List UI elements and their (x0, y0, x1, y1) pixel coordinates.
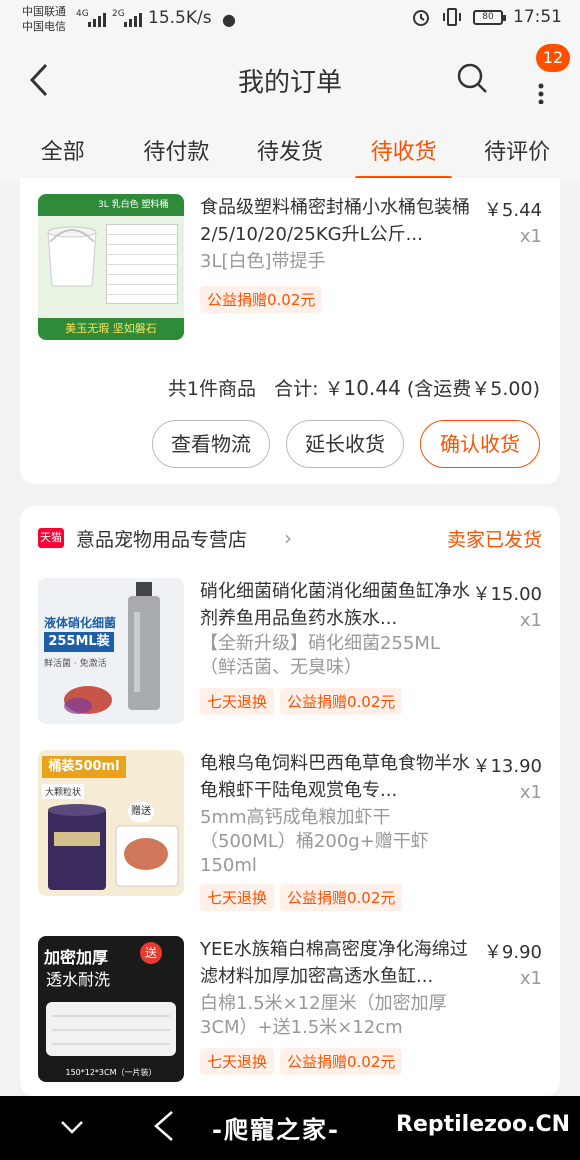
product-quantity: x1 (519, 610, 542, 631)
hide-nav-chevron-down-icon[interactable] (58, 1116, 86, 1138)
confirm-receipt-button[interactable]: 确认收货 (420, 420, 540, 468)
thumb-footer: 美玉无瑕 坚如磐石 (38, 318, 184, 340)
thumb-line-1: 加密加厚 (44, 948, 109, 967)
product-price: ￥5.44 (483, 200, 542, 221)
charity-tag: 公益捐赠0.02元 (280, 688, 403, 715)
dried-shrimp-image-icon (115, 825, 179, 887)
battery-level: 80 (482, 11, 494, 22)
tab-pending-receipt[interactable]: 待收货 (347, 120, 461, 180)
product-spec: 白棉1.5米×12厘米（加密加厚3CM）+送1.5米×12cm (200, 993, 447, 1038)
product-title[interactable]: 硝化细菌硝化菌消化细菌鱼缸净水剂养鱼用品鱼药水族水... (200, 578, 472, 632)
thumb-line-3: 鲜活菌 · 免激活 (44, 659, 107, 669)
charity-tag: 公益捐赠0.02元 (280, 884, 403, 911)
product-title[interactable]: 龟粮乌龟饲料巴西龟草龟食物半水龟粮虾干陆龟观赏龟专... (200, 750, 472, 804)
bucket-image-icon (47, 226, 97, 287)
product-title[interactable]: YEE水族箱白棉高密度净化海绵过滤材料加厚加密高透水鱼缸... (200, 936, 472, 990)
order-card: 3L 乳白色 塑料桶 美玉无瑕 坚如磐石 食品级塑料桶密封桶小水桶包装桶2/5/… (20, 178, 560, 484)
product-thumbnail[interactable]: 桶装500ml 大颗粒状 赠送 (38, 750, 184, 896)
search-icon[interactable] (456, 62, 488, 94)
message-count-badge: 12 (536, 44, 570, 72)
system-nav-bar: -爬寵之家- Reptilezoo.CN (0, 1096, 580, 1160)
product-price: ￥15.00 (472, 584, 542, 605)
network-type-1: 4G (76, 9, 89, 19)
product-title[interactable]: 食品级塑料桶密封桶小水桶包装桶2/5/10/20/25KG升L公斤... (200, 194, 472, 248)
product-quantity: x1 (519, 968, 542, 989)
charity-tag: 公益捐赠0.02元 (200, 286, 323, 313)
bottle-image-icon (128, 582, 160, 710)
product-spec: 3L[白色]带提手 (200, 251, 326, 272)
tab-pending-payment[interactable]: 待付款 (120, 120, 234, 180)
product-thumbnail[interactable]: 加密加厚 透水耐洗 送 150*12*3CM（一片装） (38, 936, 184, 1082)
product-price: ￥9.90 (483, 942, 542, 963)
order-tabs: 全部 待付款 待发货 待收货 待评价 (0, 120, 580, 180)
extend-receipt-button[interactable]: 延长收货 (286, 420, 404, 468)
product-thumbnail[interactable]: 液体硝化细菌 255ML装 鲜活菌 · 免激活 (38, 578, 184, 724)
product-spec: 5mm高钙成龟粮加虾干（500ML）桶200g+赠干虾150ml (200, 807, 429, 876)
store-header[interactable]: 天猫 意品宠物用品专营店 › 卖家已发货 (38, 524, 542, 552)
store-name[interactable]: 意品宠物用品专营店 (76, 525, 247, 552)
tab-all[interactable]: 全部 (6, 120, 120, 180)
order-summary: 共1件商品 合计: ￥10.44 (含运费￥5.00) (168, 374, 540, 401)
tab-pending-shipment[interactable]: 待发货 (233, 120, 347, 180)
tab-pending-review[interactable]: 待评价 (460, 120, 574, 180)
alarm-icon (413, 10, 429, 26)
vibrate-icon (443, 8, 461, 26)
order-item[interactable]: 液体硝化细菌 255ML装 鲜活菌 · 免激活 硝化细菌硝化菌消化细菌鱼缸净水剂… (38, 578, 542, 724)
page-title: 我的订单 (237, 68, 342, 98)
charity-tag: 公益捐赠0.02元 (280, 1048, 403, 1075)
chevron-right-icon[interactable]: › (284, 526, 292, 550)
product-spec: 【全新升级】硝化细菌255ML（鲜活菌、无臭味） (200, 633, 440, 678)
network-type-2: 2G (112, 9, 125, 19)
carrier-2: 中国电信 (22, 20, 66, 33)
nav-back-icon[interactable] (150, 1108, 178, 1144)
product-quantity: x1 (519, 782, 542, 803)
clock: 17:51 (513, 7, 562, 27)
order-card: 天猫 意品宠物用品专营店 › 卖家已发货 液体硝化细菌 255ML装 鲜活菌 ·… (20, 506, 560, 1096)
wechat-notification-icon: ● (222, 10, 236, 29)
thumb-line-1: 桶装500ml (42, 756, 126, 778)
thumb-line-3: 150*12*3CM（一片装） (65, 1068, 157, 1077)
battery-icon: 80 (473, 9, 506, 25)
thumb-gift-badge: 赠送 (128, 802, 154, 822)
product-thumbnail[interactable]: 3L 乳白色 塑料桶 美玉无瑕 坚如磐石 (38, 194, 184, 340)
carrier-1: 中国联通 (22, 5, 66, 18)
status-bar: 中国联通 中国电信 4G 2G 15.5K/s ● 80 17:51 (0, 0, 580, 40)
order-status: 卖家已发货 (446, 529, 542, 551)
tmall-badge: 天猫 (38, 528, 64, 548)
thumb-line-2: 255ML装 (44, 632, 114, 652)
coral-image-icon (64, 686, 112, 714)
return-policy-tag: 七天退换 (200, 884, 275, 911)
item-count: 共1件商品 (167, 378, 256, 400)
return-policy-tag: 七天退换 (200, 1048, 275, 1075)
product-quantity: x1 (519, 226, 542, 247)
shipping-fee: (含运费￥5.00) (406, 378, 540, 400)
food-can-image-icon (48, 804, 106, 890)
order-item[interactable]: 桶装500ml 大颗粒状 赠送 龟粮乌龟饲料巴西龟草龟食物半水龟粮虾干陆龟观赏龟… (38, 750, 542, 911)
watermark-url: Reptilezoo.CN (396, 1112, 571, 1137)
thumb-line-1: 液体硝化细菌 (44, 616, 117, 630)
product-price: ￥13.90 (472, 756, 542, 777)
app-header: 我的订单 12 (0, 40, 580, 120)
return-policy-tag: 七天退换 (200, 688, 275, 715)
currency-symbol: ￥ (324, 378, 344, 400)
view-logistics-button[interactable]: 查看物流 (152, 420, 270, 468)
carrier-labels: 中国联通 中国电信 (22, 4, 66, 34)
signal-bars-1-icon (88, 11, 106, 27)
total-label: 合计: (274, 378, 325, 400)
signal-bars-2-icon (124, 11, 142, 27)
thumb-line-2: 透水耐洗 (46, 970, 111, 989)
order-item[interactable]: 加密加厚 透水耐洗 送 150*12*3CM（一片装） YEE水族箱白棉高密度净… (38, 936, 542, 1082)
spec-table (106, 224, 178, 304)
order-item[interactable]: 3L 乳白色 塑料桶 美玉无瑕 坚如磐石 食品级塑料桶密封桶小水桶包装桶2/5/… (38, 194, 542, 340)
thumb-line-2: 大颗粒状 (42, 784, 85, 799)
thumb-gift-badge: 送 (140, 942, 162, 964)
filter-sponge-image-icon (46, 1002, 176, 1056)
thumb-header: 3L 乳白色 塑料桶 (38, 194, 184, 216)
network-speed: 15.5K/s (148, 8, 212, 28)
order-total: 10.44 (343, 376, 401, 400)
watermark-logo: -爬寵之家- (212, 1116, 340, 1144)
